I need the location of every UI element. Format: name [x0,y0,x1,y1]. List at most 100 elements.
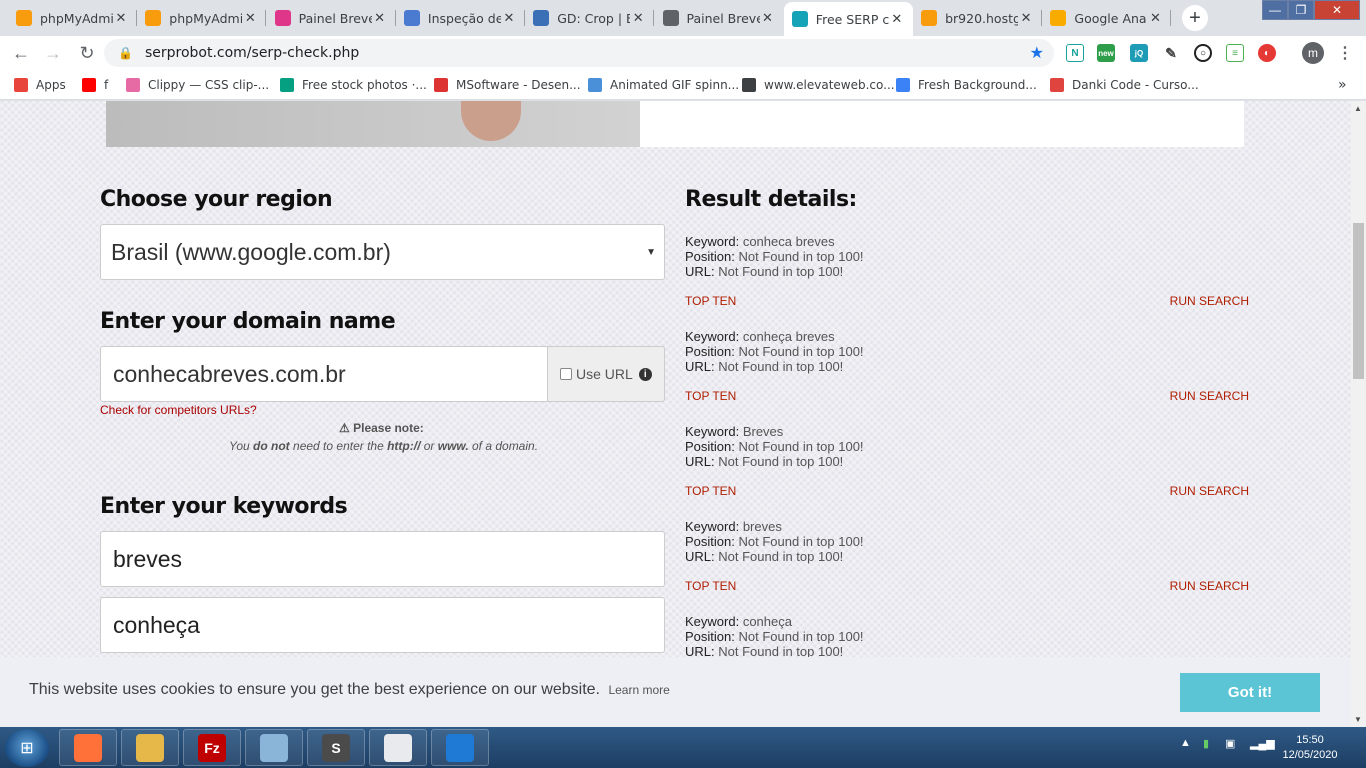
extension-red-icon[interactable]: ◐ [1258,44,1276,62]
bookmark-item[interactable]: Free stock photos ·... [280,76,427,94]
close-icon[interactable]: ✕ [1018,11,1034,26]
run-search-link[interactable]: RUN SEARCH [1170,389,1249,404]
close-window-button[interactable]: ✕ [1314,0,1360,20]
tray-signal-icon[interactable]: ▂▄▆ [1250,737,1275,750]
new-tab-button[interactable]: + [1182,5,1208,31]
top-ten-link[interactable]: TOP TEN [685,389,736,404]
competitors-link[interactable]: Check for competitors URLs? [100,403,257,417]
address-bar[interactable]: 🔒 serprobot.com/serp-check.php ★ [104,39,1054,67]
bookmark-star-icon[interactable]: ★ [1030,43,1044,63]
close-icon[interactable]: ✕ [1147,11,1163,26]
bookmark-item[interactable]: Danki Code - Curso... [1050,76,1199,94]
minimize-button[interactable]: — [1262,0,1288,20]
extension-circle-icon[interactable]: ○ [1194,44,1212,62]
taskbar-app[interactable] [369,729,427,766]
extension-new-icon[interactable]: new [1097,44,1115,62]
domain-input[interactable]: conhecabreves.com.br [100,346,548,402]
extension-eyedropper-icon[interactable]: ✎ [1162,44,1180,62]
bg-icon [896,78,910,92]
result-url-label: URL: [685,359,715,374]
region-select-value: Brasil (www.google.com.br) [111,238,391,265]
tab[interactable]: Painel Breves✕ [655,4,784,32]
tab[interactable]: Painel Breves✕ [267,4,396,32]
run-search-link[interactable]: RUN SEARCH [1170,579,1249,594]
region-select[interactable]: Brasil (www.google.com.br) ▼ [100,224,665,280]
use-url-checkbox[interactable] [560,368,572,380]
keyword-input[interactable]: breves [100,531,665,587]
tab[interactable]: phpMyAdmin✕ [137,4,267,32]
scroll-down-icon[interactable]: ▼ [1354,715,1362,724]
note-prefix: You [229,439,254,453]
tab[interactable]: phpMyAdmin✕ [8,4,137,32]
bookmark-item[interactable]: www.elevateweb.co... [742,76,895,94]
bookmarks-overflow-icon[interactable]: » [1338,76,1347,94]
extension-sheet-icon[interactable]: ≡ [1226,44,1244,62]
result-position: Position: Not Found in top 100! [685,344,1255,359]
close-icon[interactable]: ✕ [113,11,129,26]
note-title-text: Please note: [353,421,424,435]
keyword-input-value: breves [113,545,183,572]
result-position: Position: Not Found in top 100! [685,249,1255,264]
maximize-button[interactable]: ❐ [1288,0,1314,20]
result-links: TOP TEN RUN SEARCH [685,294,1255,309]
bookmark-item[interactable]: Fresh Background... [896,76,1037,94]
tab[interactable]: Free SERP ch✕ [783,2,913,36]
close-icon[interactable]: ✕ [630,11,646,26]
close-icon[interactable]: ✕ [760,11,776,26]
menu-kebab-icon[interactable]: ⋮ [1336,44,1354,62]
close-icon[interactable]: ✕ [372,11,388,26]
cookie-accept-button[interactable]: Got it! [1180,673,1320,712]
learn-more-link[interactable]: Learn more [608,683,669,697]
chevron-down-icon: ▼ [646,246,656,258]
back-icon[interactable]: ← [8,40,34,66]
warning-icon: ⚠ [339,421,350,435]
taskbar-app[interactable] [245,729,303,766]
bookmark-item[interactable]: MSoftware - Desen... [434,76,581,94]
top-ten-link[interactable]: TOP TEN [685,484,736,499]
taskbar-app[interactable] [121,729,179,766]
close-icon[interactable]: ✕ [889,12,905,27]
taskbar-app[interactable]: Fz [183,729,241,766]
page-scrollbar[interactable]: ▲ ▼ [1351,101,1366,727]
result-keyword-label: Keyword: [685,329,740,344]
forward-icon[interactable]: → [40,40,66,66]
result-position-value: Not Found in top 100! [738,344,864,359]
close-icon[interactable]: ✕ [501,11,517,26]
taskbar-app[interactable] [59,729,117,766]
address-url[interactable]: serprobot.com/serp-check.php [145,45,359,61]
tab[interactable]: Google Anal ✕ [1042,4,1172,32]
bookmark-item[interactable]: Apps [14,76,66,94]
tab-label: Painel Breves [298,10,372,26]
reload-icon[interactable]: ↻ [74,40,100,66]
extension-jq-icon[interactable]: jQ [1130,44,1148,62]
taskbar-clock[interactable]: 15:50 12/05/2020 [1275,733,1345,763]
bookmark-item[interactable]: Clippy — CSS clip-... [126,76,269,94]
run-search-link[interactable]: RUN SEARCH [1170,484,1249,499]
use-url-label: Use URL [576,366,633,382]
start-button[interactable]: ⊞ [5,729,49,767]
tab[interactable]: Inspeção de ✕ [396,4,525,32]
tray-battery-icon[interactable]: ▮ [1203,737,1209,750]
info-icon[interactable]: i [638,367,652,381]
bookmark-item[interactable]: f [82,76,108,94]
result-url: URL: Not Found in top 100! [685,549,1255,564]
scrollbar-thumb[interactable] [1353,223,1364,379]
keyword-input[interactable]: conheça [100,597,665,653]
bookmark-item[interactable]: Animated GIF spinn... [588,76,739,94]
taskbar-app[interactable] [431,729,489,766]
top-ten-link[interactable]: TOP TEN [685,579,736,594]
tab[interactable]: GD: Crop | B ✕ [525,4,655,32]
close-icon[interactable]: ✕ [242,11,258,26]
tab[interactable]: br920.hostg ✕ [913,4,1043,32]
taskbar-app[interactable]: S [307,729,365,766]
tray-network-icon[interactable]: ▣ [1225,737,1235,750]
run-search-link[interactable]: RUN SEARCH [1170,294,1249,309]
scroll-up-icon[interactable]: ▲ [1354,104,1362,113]
extension-n-icon[interactable]: N [1066,44,1084,62]
profile-avatar[interactable]: m [1302,42,1324,64]
top-ten-link[interactable]: TOP TEN [685,294,736,309]
cookie-banner: This website uses cookies to ensure you … [0,657,1351,727]
tray-arrow-icon[interactable]: ▲ [1180,737,1191,749]
msoftware-icon [434,78,448,92]
result-position-label: Position: [685,629,735,644]
